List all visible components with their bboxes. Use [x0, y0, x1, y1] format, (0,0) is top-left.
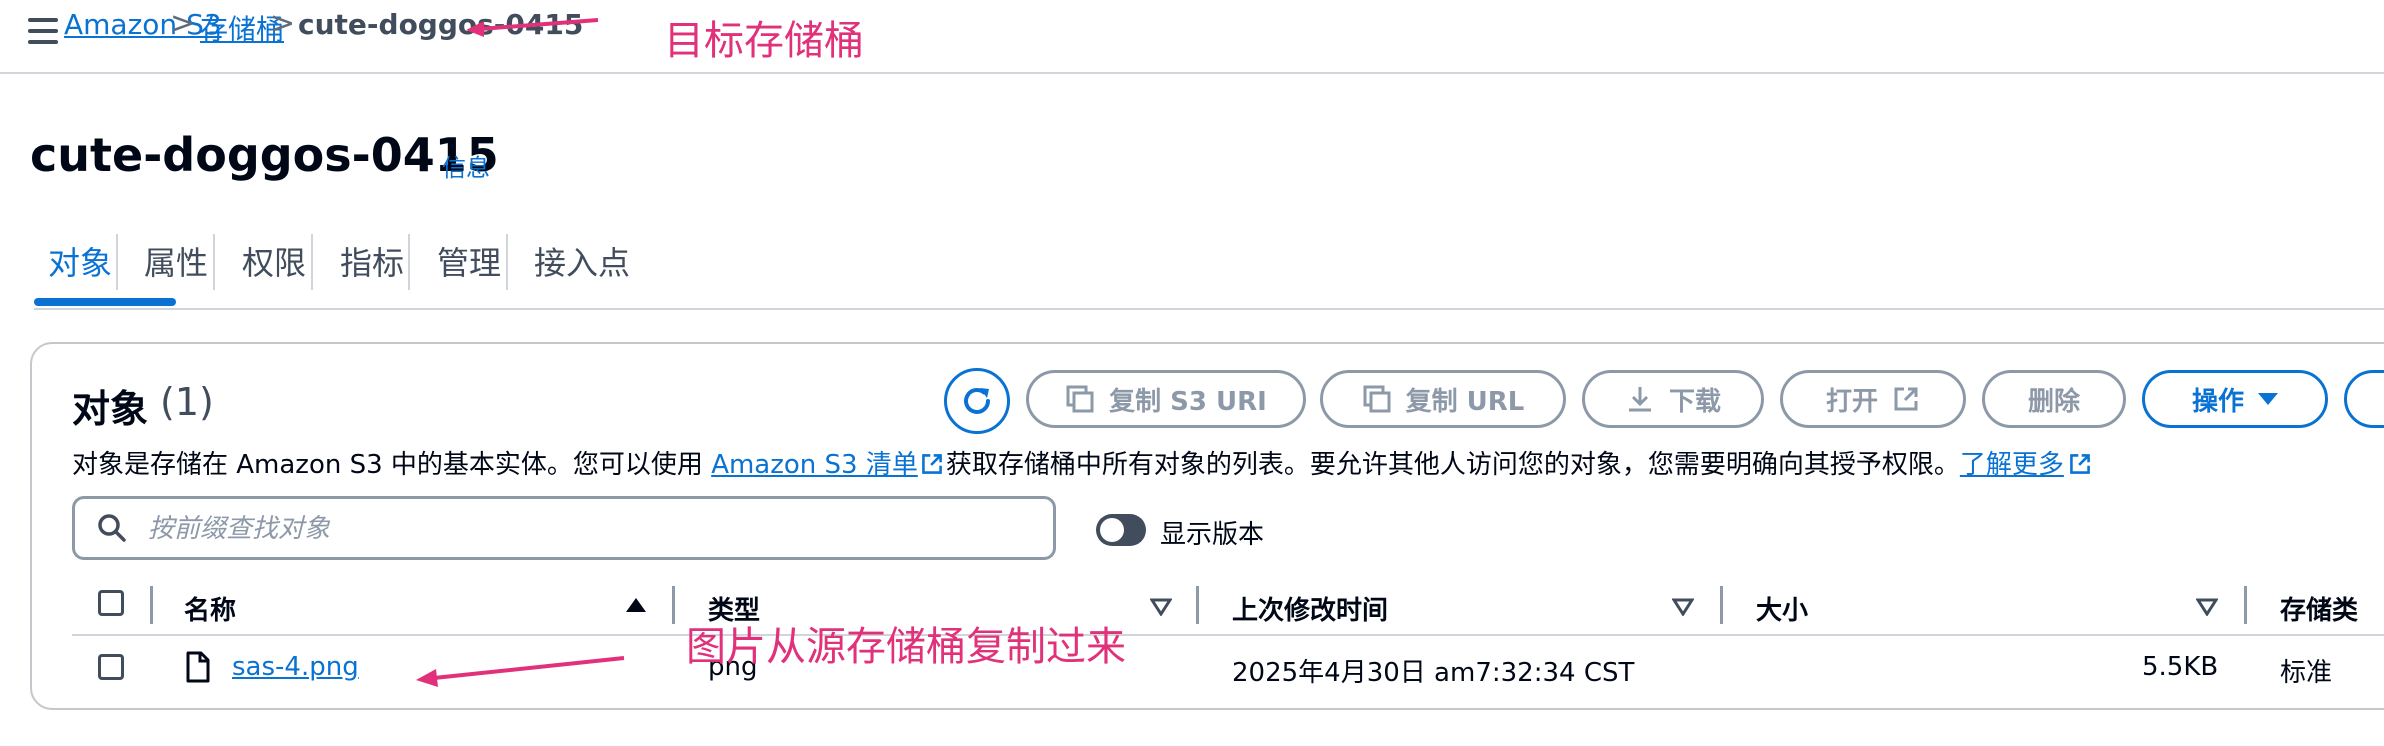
object-size: 5.5KB — [2142, 652, 2219, 682]
menu-icon[interactable] — [28, 18, 58, 44]
tab-divider — [506, 234, 508, 290]
file-icon — [186, 651, 210, 683]
copy-url-button[interactable]: 复制 URL — [1320, 370, 1566, 428]
actions-dropdown-button[interactable]: 操作 — [2142, 370, 2328, 428]
header-divider — [0, 72, 2384, 74]
chevron-right-icon: > — [170, 6, 196, 41]
refresh-button[interactable] — [944, 368, 1010, 434]
sort-ascending-icon[interactable] — [626, 598, 646, 612]
column-header-size[interactable]: 大小 — [1756, 590, 1808, 627]
tab-divider — [213, 234, 215, 290]
column-header-storage-class[interactable]: 存储类 — [2280, 590, 2358, 627]
filter-caret-icon[interactable] — [1150, 598, 1172, 616]
objects-description: 对象是存储在 Amazon S3 中的基本实体。您可以使用 Amazon S3 … — [72, 444, 2092, 481]
external-link-icon — [1894, 387, 1918, 411]
objects-heading: 对象 — [72, 387, 149, 431]
description-text: 对象是存储在 Amazon S3 中的基本实体。您可以使用 — [72, 450, 712, 480]
external-link-icon — [921, 454, 942, 474]
active-tab-indicator — [34, 298, 176, 306]
info-link[interactable]: 信息 — [442, 148, 490, 183]
annotation-target-bucket: 目标存储桶 — [664, 18, 864, 64]
search-input[interactable] — [146, 506, 1030, 552]
copy-icon — [1066, 385, 1094, 413]
tab-management[interactable]: 管理 — [437, 238, 501, 284]
copy-s3-uri-label: 复制 S3 URI — [1109, 386, 1267, 417]
objects-count: (1) — [160, 380, 214, 424]
page-title: cute-doggos-0415 — [30, 128, 499, 182]
tab-divider — [311, 234, 313, 290]
delete-button[interactable]: 删除 — [1982, 370, 2126, 428]
copy-url-label: 复制 URL — [1405, 386, 1525, 417]
table-header-divider — [72, 634, 2384, 636]
copy-s3-uri-button[interactable]: 复制 S3 URI — [1026, 370, 1306, 428]
chevron-right-icon: > — [270, 6, 296, 41]
show-versions-label: 显示版本 — [1160, 520, 1265, 550]
object-last-modified: 2025年4月30日 am7:32:34 CST — [1232, 658, 1635, 688]
external-link-icon — [2070, 454, 2090, 474]
annotation-copied-from-source: 图片从源存储桶复制过来 — [686, 624, 1126, 670]
column-divider — [150, 586, 153, 624]
column-header-name[interactable]: 名称 — [184, 590, 236, 627]
download-icon — [1628, 387, 1651, 412]
tab-objects[interactable]: 对象 — [48, 238, 112, 284]
download-button[interactable]: 下载 — [1582, 370, 1764, 428]
filter-caret-icon[interactable] — [2196, 598, 2218, 616]
s3-inventory-link[interactable]: Amazon S3 清单 — [711, 450, 918, 480]
filter-caret-icon[interactable] — [1672, 598, 1694, 616]
open-button[interactable]: 打开 — [1780, 370, 1966, 428]
description-text-2: 获取存储桶中所有对象的列表。要允许其他人访问您的对象，您需要明确向其授予权限。 — [945, 450, 1960, 480]
column-header-last-modified[interactable]: 上次修改时间 — [1232, 590, 1388, 627]
tabs-divider — [34, 308, 2384, 310]
tab-access-points[interactable]: 接入点 — [534, 238, 630, 284]
row-checkbox[interactable] — [98, 654, 124, 680]
column-divider[interactable] — [2244, 586, 2247, 624]
annotation-arrow — [466, 18, 599, 37]
actions-label: 操作 — [2191, 386, 2244, 417]
caret-down-icon — [2258, 393, 2278, 405]
copy-icon — [1363, 385, 1391, 413]
annotation-arrow — [416, 656, 625, 687]
learn-more-link[interactable]: 了解更多 — [1960, 450, 2064, 480]
breadcrumb-amazon-s3[interactable]: Amazon S3 — [64, 8, 222, 41]
select-all-checkbox[interactable] — [98, 590, 124, 616]
toggle-knob — [1100, 518, 1124, 542]
open-label: 打开 — [1825, 386, 1878, 417]
object-name-link[interactable]: sas-4.png — [232, 652, 359, 682]
download-label: 下载 — [1668, 386, 1721, 417]
object-storage-class: 标准 — [2280, 658, 2333, 688]
tab-divider — [408, 234, 410, 290]
column-divider[interactable] — [1720, 586, 1723, 624]
delete-label: 删除 — [2027, 386, 2080, 417]
tab-divider — [116, 234, 118, 290]
tab-metrics[interactable]: 指标 — [340, 238, 404, 284]
tab-properties[interactable]: 属性 — [144, 238, 208, 284]
refresh-icon — [964, 388, 990, 414]
search-icon — [98, 514, 126, 542]
column-divider[interactable] — [1196, 586, 1199, 624]
column-divider[interactable] — [672, 586, 675, 624]
tab-permissions[interactable]: 权限 — [242, 238, 306, 284]
